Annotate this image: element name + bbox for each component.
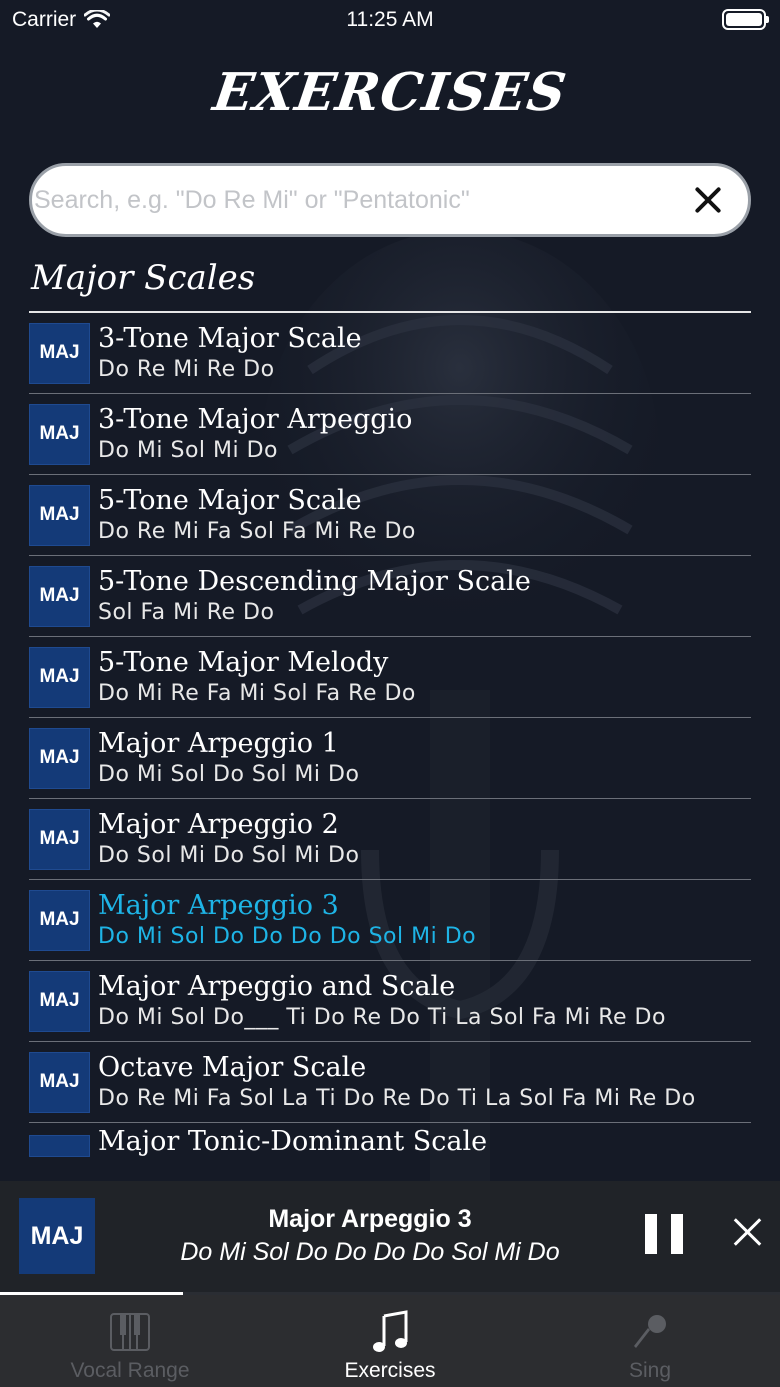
exercise-notes: Do Sol Mi Do Sol Mi Do	[98, 842, 360, 868]
tab-label: Exercises	[344, 1359, 436, 1382]
search-input[interactable]	[34, 185, 688, 215]
maj-badge: MAJ	[29, 322, 90, 384]
maj-badge: MAJ	[29, 646, 90, 708]
exercise-title: Major Arpeggio and Scale	[98, 970, 456, 1002]
exercise-title: Major Arpeggio 1	[98, 727, 339, 759]
now-playing-bar[interactable]: MAJ Major Arpeggio 3 Do Mi Sol Do Do Do …	[0, 1181, 780, 1293]
tab-bar: Vocal Range Exercises Sing	[0, 1295, 780, 1387]
maj-badge: MAJ	[29, 808, 90, 870]
exercise-title: Major Arpeggio 2	[98, 808, 339, 840]
maj-badge: MAJ	[29, 727, 90, 789]
list-item[interactable]: MAJ Major Arpeggio 1 Do Mi Sol Do Sol Mi…	[29, 718, 751, 799]
tab-label: Vocal Range	[70, 1359, 190, 1382]
list-item-active[interactable]: MAJ Major Arpeggio 3 Do Mi Sol Do Do Do …	[29, 880, 751, 961]
piano-icon	[108, 1309, 152, 1355]
exercise-title: Octave Major Scale	[98, 1051, 367, 1083]
now-playing-badge: MAJ	[19, 1198, 95, 1274]
section-header-major-scales: Major Scales	[29, 258, 751, 313]
exercise-notes: Do Re Mi Re Do	[98, 356, 275, 382]
exercise-notes: Do Mi Sol Do Sol Mi Do	[98, 761, 360, 787]
maj-badge: MAJ	[29, 565, 90, 627]
list-item[interactable]: MAJ Major Arpeggio 2 Do Sol Mi Do Sol Mi…	[29, 799, 751, 880]
exercise-title: 5-Tone Descending Major Scale	[98, 565, 531, 597]
maj-badge: MAJ	[29, 1051, 90, 1113]
exercise-notes: Sol Fa Mi Re Do	[98, 599, 275, 625]
list-item[interactable]: MAJ Major Arpeggio and Scale Do Mi Sol D…	[29, 961, 751, 1042]
maj-badge: MAJ	[29, 403, 90, 465]
microphone-icon	[628, 1309, 672, 1355]
tab-exercises[interactable]: Exercises	[260, 1295, 520, 1387]
list-item[interactable]: MAJ 3-Tone Major Scale Do Re Mi Re Do	[29, 313, 751, 394]
maj-badge: MAJ	[29, 889, 90, 951]
exercise-notes: Do Re Mi Fa Sol Fa Mi Re Do	[98, 518, 416, 544]
exercise-title: 5-Tone Major Melody	[98, 646, 389, 678]
exercise-list[interactable]: MAJ 3-Tone Major Scale Do Re Mi Re Do MA…	[29, 313, 751, 1181]
search-bar	[29, 163, 751, 237]
maj-badge: MAJ	[29, 970, 90, 1032]
list-item[interactable]: MAJ 5-Tone Descending Major Scale Sol Fa…	[29, 556, 751, 637]
maj-badge	[29, 1135, 90, 1157]
now-playing-notes: Do Mi Sol Do Do Do Do Sol Mi Do	[180, 1238, 560, 1266]
tab-vocal-range[interactable]: Vocal Range	[0, 1295, 260, 1387]
list-item[interactable]: MAJ 5-Tone Major Melody Do Mi Re Fa Mi S…	[29, 637, 751, 718]
maj-badge: MAJ	[29, 484, 90, 546]
status-bar: Carrier 11:25 AM	[0, 0, 780, 40]
list-item[interactable]: MAJ Octave Major Scale Do Re Mi Fa Sol L…	[29, 1042, 751, 1123]
clear-search-icon[interactable]	[688, 180, 728, 220]
tab-label: Sing	[628, 1359, 672, 1382]
exercise-title: 3-Tone Major Arpeggio	[98, 403, 413, 435]
pause-button[interactable]	[645, 1214, 683, 1254]
exercise-title: Major Tonic-Dominant Scale	[98, 1126, 488, 1157]
battery-icon	[722, 9, 769, 30]
status-time: 11:25 AM	[346, 8, 434, 31]
close-player-icon[interactable]	[732, 1216, 764, 1248]
list-item[interactable]: MAJ 3-Tone Major Arpeggio Do Mi Sol Mi D…	[29, 394, 751, 475]
exercise-title: 3-Tone Major Scale	[98, 322, 362, 354]
now-playing-title: Major Arpeggio 3	[268, 1205, 472, 1233]
list-item[interactable]: MAJ 5-Tone Major Scale Do Re Mi Fa Sol F…	[29, 475, 751, 556]
exercise-notes: Do Mi Sol Mi Do	[98, 437, 278, 463]
tab-sing[interactable]: Sing	[520, 1295, 780, 1387]
list-item[interactable]: Major Tonic-Dominant Scale	[29, 1123, 751, 1181]
page-title: Exercises	[209, 62, 571, 123]
exercise-title: 5-Tone Major Scale	[98, 484, 362, 516]
exercise-title: Major Arpeggio 3	[98, 889, 339, 921]
exercise-notes: Do Mi Sol Do Do Do Do Sol Mi Do	[98, 923, 477, 949]
exercise-notes: Do Re Mi Fa Sol La Ti Do Re Do Ti La Sol…	[98, 1085, 696, 1111]
exercise-notes: Do Mi Sol Do___ Ti Do Re Do Ti La Sol Fa…	[98, 1004, 666, 1030]
music-note-icon	[368, 1309, 412, 1355]
exercise-notes: Do Mi Re Fa Mi Sol Fa Re Do	[98, 680, 416, 706]
